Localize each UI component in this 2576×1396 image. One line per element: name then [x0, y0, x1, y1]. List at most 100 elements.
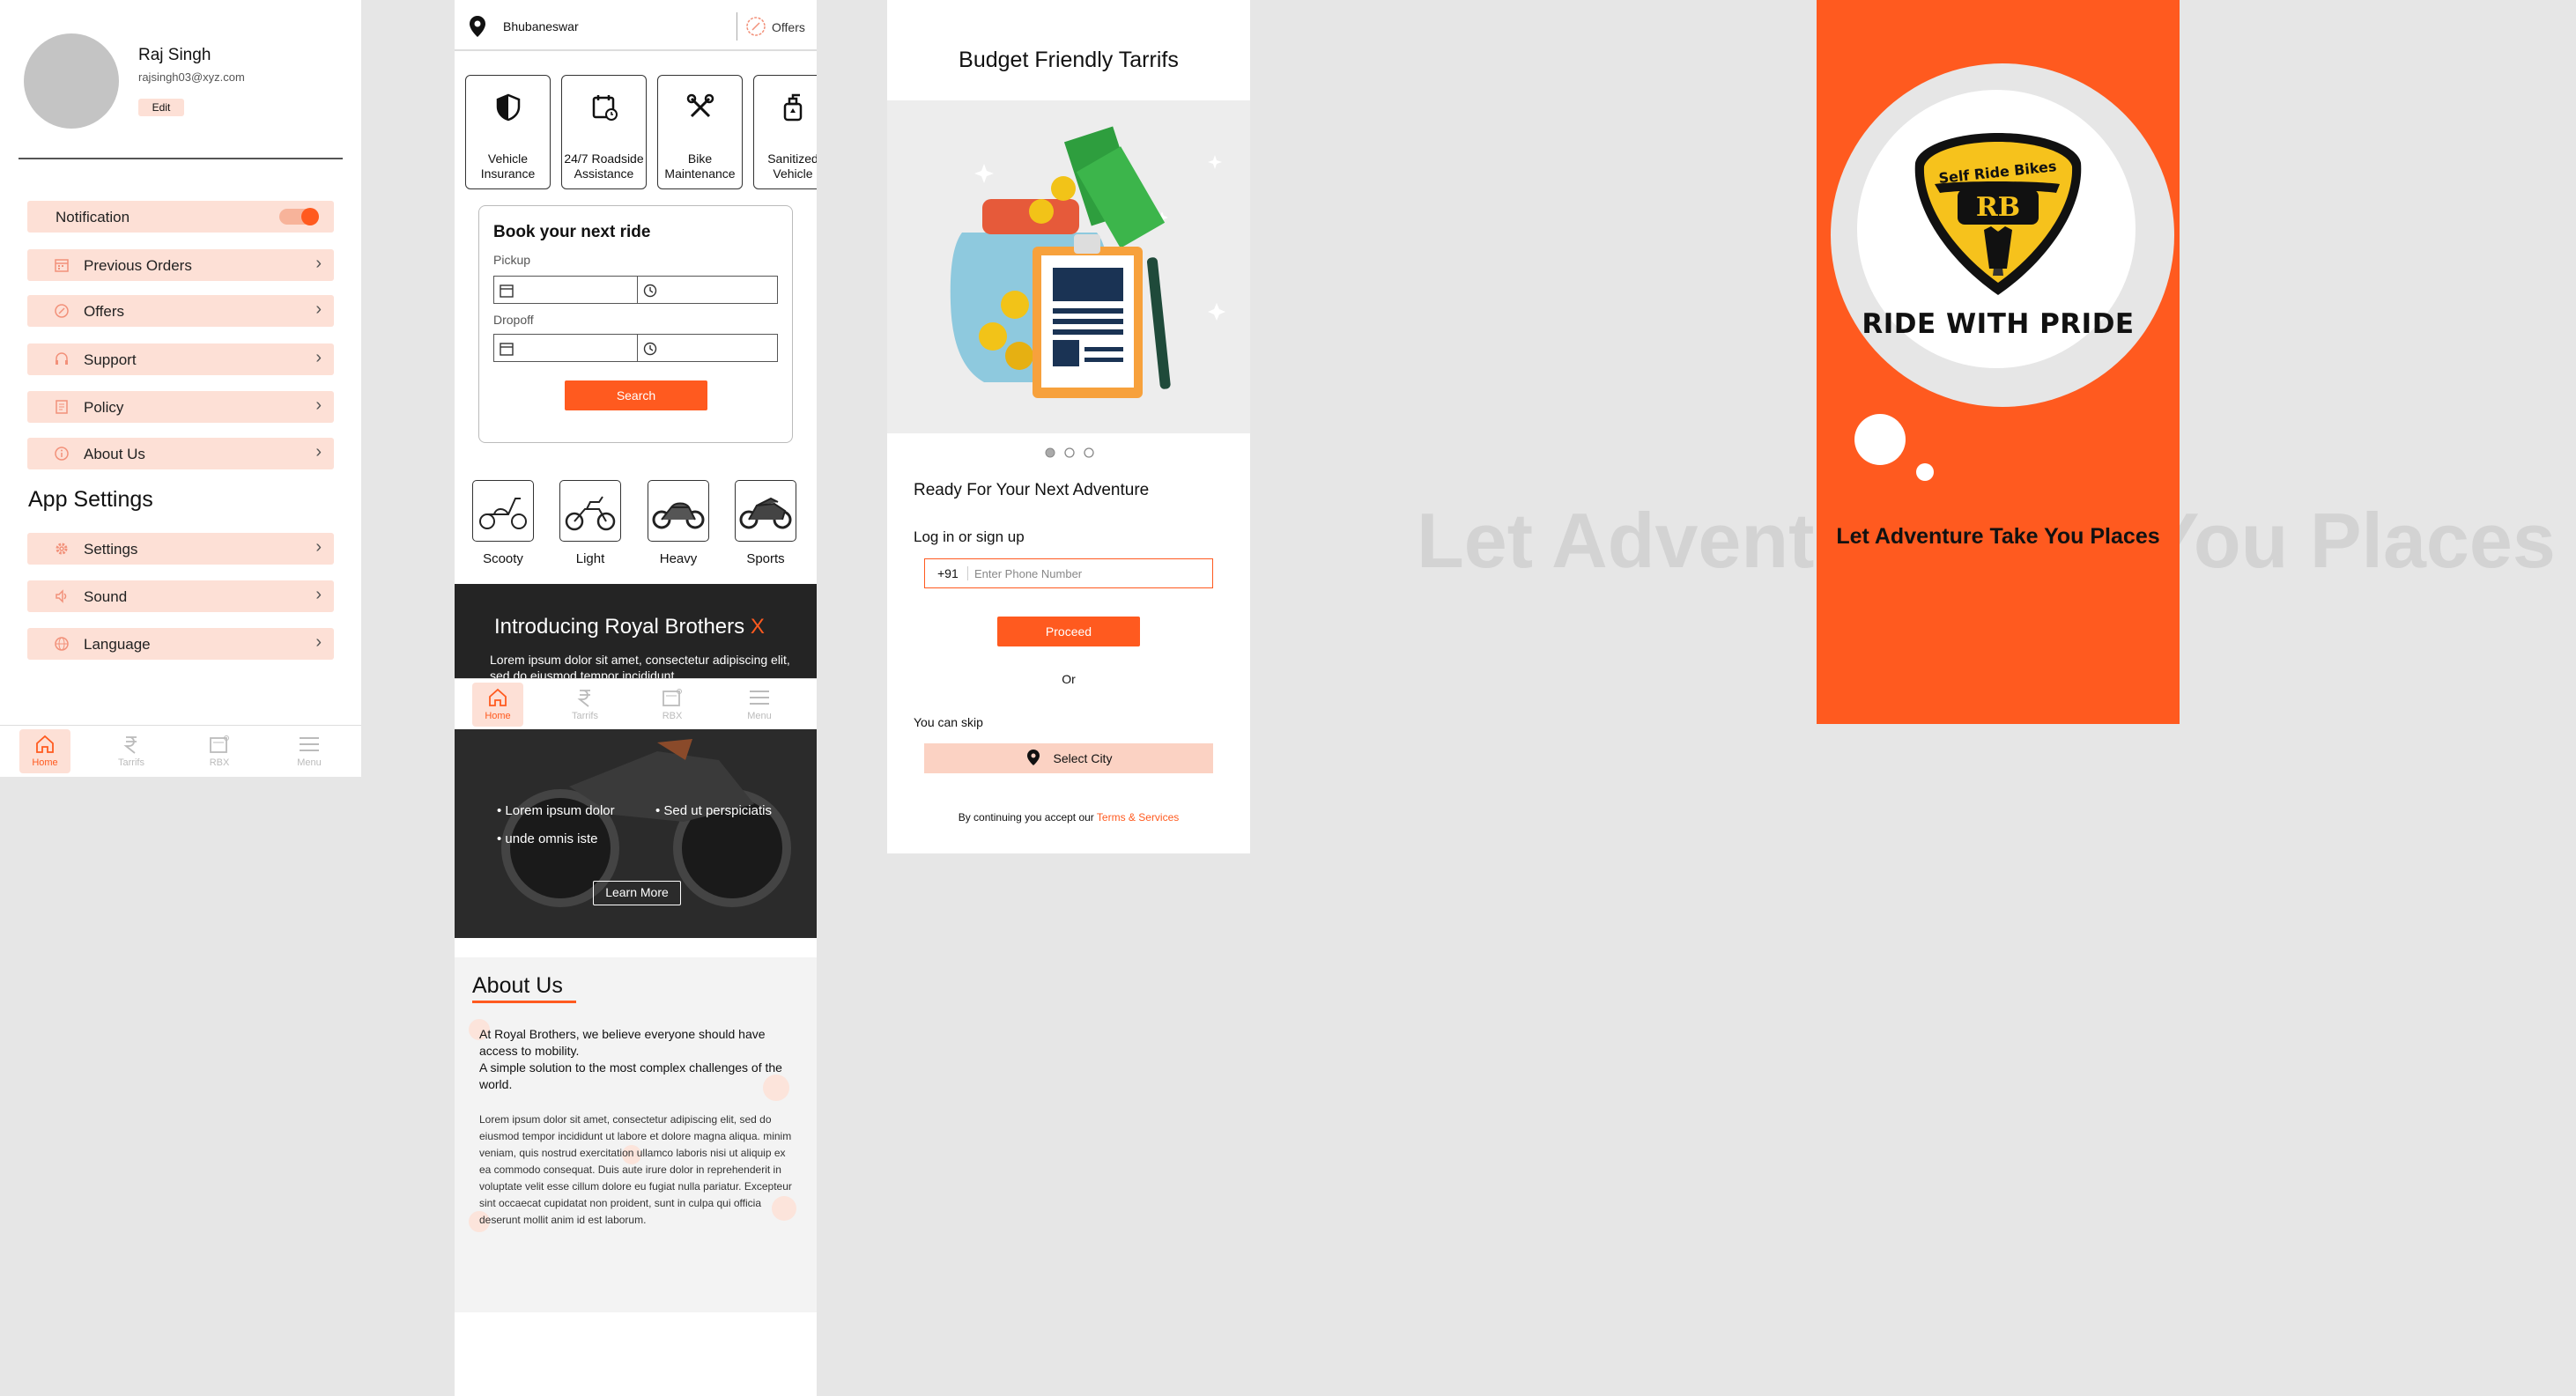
- offers-icon: [55, 304, 69, 318]
- promo-bullet-text: unde omnis iste: [505, 831, 598, 846]
- service-label: 24/7 Roadside Assistance: [564, 151, 644, 181]
- chevron-right-icon: ›: [315, 348, 322, 367]
- sanitizer-icon: [783, 93, 803, 122]
- menu-icon: [300, 737, 319, 751]
- speaker-icon: [56, 589, 67, 603]
- home-icon: [489, 688, 507, 706]
- menu-item-previous-orders[interactable]: Previous Orders ›: [27, 249, 334, 281]
- dropoff-label: Dropoff: [493, 313, 534, 327]
- menu-icon: [750, 691, 769, 705]
- bike-type-heavy[interactable]: [648, 480, 709, 542]
- service-roadside-assistance[interactable]: 24/7 Roadside Assistance: [561, 75, 647, 189]
- bike-type-light[interactable]: [559, 480, 621, 542]
- menu-item-label: Notification: [56, 209, 130, 225]
- rb-logo: RB Self Ride Bikes: [1914, 133, 2082, 295]
- phone-input[interactable]: +91 Enter Phone Number: [924, 558, 1213, 588]
- nav-menu[interactable]: Menu: [734, 683, 785, 727]
- rupee-icon: [577, 690, 590, 707]
- proceed-button[interactable]: Proceed: [997, 617, 1140, 646]
- menu-item-support[interactable]: Support ›: [27, 343, 334, 375]
- promo-title-accent: X: [750, 615, 765, 639]
- sports-bike-icon: [739, 497, 792, 529]
- dropoff-date-field[interactable]: [493, 334, 639, 362]
- menu-item-label: About Us: [84, 446, 145, 462]
- carousel-dots[interactable]: [1043, 446, 1096, 460]
- notification-row[interactable]: Notification: [27, 201, 334, 233]
- nav-label: RBX: [662, 711, 683, 721]
- promo-bullet: • unde omnis iste: [497, 831, 598, 846]
- money-jar-illustration: [950, 126, 1225, 398]
- menu-item-label: Support: [84, 351, 137, 368]
- nav-menu[interactable]: Menu: [284, 729, 335, 773]
- dropoff-time-field[interactable]: [637, 334, 778, 362]
- offers-icon[interactable]: [745, 16, 766, 37]
- offers-link[interactable]: Offers: [772, 20, 805, 34]
- learn-more-button[interactable]: Learn More: [593, 881, 681, 905]
- chevron-right-icon: ›: [315, 537, 322, 557]
- bike-type-sports[interactable]: [735, 480, 796, 542]
- divider: [967, 566, 968, 580]
- service-bike-maintenance[interactable]: Bike Maintenance: [657, 75, 743, 189]
- rupee-icon: [123, 736, 137, 754]
- scooter-icon: [479, 498, 527, 529]
- service-label: Sanitized Vehicle: [767, 151, 817, 181]
- headset-icon: [56, 352, 68, 365]
- menu-item-language[interactable]: Language ›: [27, 628, 334, 660]
- bike-type-scooty[interactable]: [472, 480, 534, 542]
- rbx-icon: [663, 689, 682, 706]
- nav-rbx[interactable]: RBX: [194, 729, 245, 773]
- selected-city[interactable]: Bhubaneswar: [503, 19, 579, 33]
- calendar-icon: [500, 284, 514, 298]
- nav-home[interactable]: Home: [472, 683, 523, 727]
- slogan: RIDE WITH PRIDE: [1862, 308, 2135, 340]
- calendar-icon: [500, 343, 514, 356]
- location-pin-icon[interactable]: [467, 14, 488, 39]
- splash-tagline: Let Adventure Take You Places: [1836, 524, 2160, 549]
- nav-home[interactable]: Home: [19, 729, 70, 773]
- login-screen: Budget Friendly Tarrifs Ready For Your N…: [887, 0, 1250, 853]
- nav-label: Menu: [747, 711, 772, 721]
- promo-title: Introducing Royal Brothers X: [494, 615, 765, 639]
- pickup-label: Pickup: [493, 253, 531, 267]
- chevron-right-icon: ›: [315, 585, 322, 604]
- menu-item-settings[interactable]: Settings ›: [27, 533, 334, 565]
- notification-toggle[interactable]: [279, 208, 319, 225]
- about-intro: At Royal Brothers, we believe everyone s…: [479, 1027, 782, 1091]
- nav-label: Tarrifs: [118, 757, 144, 768]
- nav-tarrifs[interactable]: Tarrifs: [559, 683, 611, 727]
- avatar[interactable]: [24, 33, 119, 129]
- decorative-bubble: [1916, 463, 1934, 481]
- select-city-button[interactable]: Select City: [924, 743, 1213, 773]
- gear-icon: [56, 543, 68, 555]
- nav-rbx[interactable]: RBX: [647, 683, 698, 727]
- promo-bullet: • Sed ut perspiciatis: [655, 803, 772, 818]
- chevron-right-icon: ›: [315, 299, 322, 319]
- user-email: rajsingh03@xyz.com: [138, 70, 245, 84]
- pickup-date-field[interactable]: [493, 276, 639, 304]
- nav-tarrifs[interactable]: Tarrifs: [106, 729, 157, 773]
- terms-link[interactable]: Terms & Services: [1097, 811, 1179, 824]
- menu-item-policy[interactable]: Policy ›: [27, 391, 334, 423]
- user-name: Raj Singh: [138, 46, 211, 64]
- menu-item-label: Previous Orders: [84, 257, 192, 274]
- chevron-right-icon: ›: [315, 442, 322, 462]
- chevron-right-icon: ›: [315, 395, 322, 415]
- splash-screen: RB Self Ride Bikes RIDE WITH PRIDE Let A…: [1817, 0, 2180, 724]
- service-vehicle-insurance[interactable]: Vehicle Insurance: [465, 75, 551, 189]
- search-button[interactable]: Search: [565, 380, 707, 410]
- about-underline: [472, 1001, 576, 1003]
- menu-item-label: Policy: [84, 399, 124, 416]
- menu-item-offers[interactable]: Offers ›: [27, 295, 334, 327]
- service-sanitized-vehicle[interactable]: Sanitized Vehicle: [753, 75, 817, 189]
- logo-mark: RB: [1976, 192, 2020, 223]
- tools-icon: [686, 93, 714, 118]
- location-pin-icon: [1026, 750, 1040, 765]
- promo-title-text: Introducing Royal Brothers: [494, 615, 751, 639]
- menu-item-about-us[interactable]: About Us ›: [27, 438, 334, 469]
- country-code[interactable]: +91: [937, 566, 959, 580]
- select-city-label: Select City: [1053, 751, 1113, 765]
- edit-profile-button[interactable]: Edit: [138, 99, 184, 116]
- pickup-time-field[interactable]: [637, 276, 778, 304]
- light-bike-icon: [565, 496, 616, 531]
- menu-item-sound[interactable]: Sound ›: [27, 580, 334, 612]
